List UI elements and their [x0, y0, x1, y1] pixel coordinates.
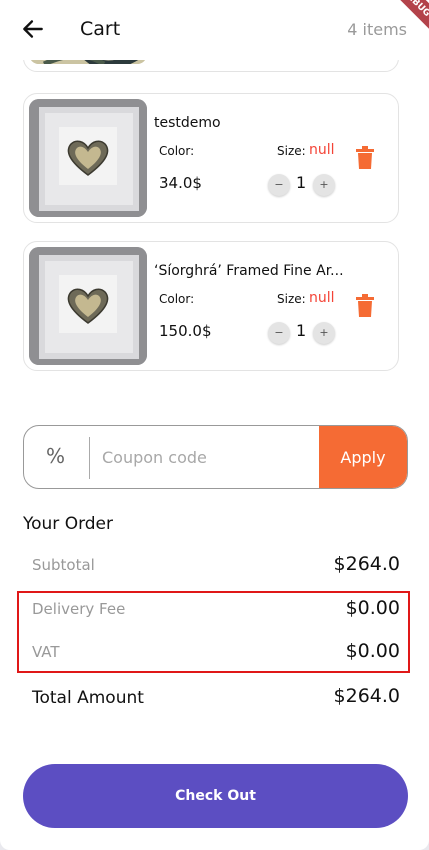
app-bar: Cart 4 items DEBUG	[0, 0, 429, 60]
total-row: Total Amount $264.0	[32, 685, 400, 711]
size-label: Size:	[277, 144, 306, 158]
subtotal-row: Subtotal $264.0	[32, 553, 400, 579]
product-price: 34.0$	[159, 174, 202, 192]
subtotal-value: $264.0	[333, 553, 400, 575]
framed-heart-image	[29, 99, 147, 217]
decrease-quantity-button[interactable]: −	[268, 174, 290, 196]
product-name: testdemo	[154, 115, 221, 131]
increase-quantity-button[interactable]: +	[313, 174, 335, 196]
product-thumbnail	[29, 247, 147, 365]
product-name: ‘Síorghrá’ Framed Fine Ar...	[154, 263, 344, 279]
framed-heart-image	[29, 247, 147, 365]
product-thumbnail	[29, 99, 147, 217]
divider	[89, 437, 90, 479]
size-value: null	[309, 290, 335, 306]
increase-quantity-button[interactable]: +	[313, 322, 335, 344]
back-arrow-icon[interactable]	[20, 16, 46, 42]
product-price: 150.0$	[159, 322, 212, 340]
size-label: Size:	[277, 292, 306, 306]
percent-icon: %	[46, 444, 66, 468]
cart-item-card: ‘Síorghrá’ Framed Fine Ar... Color: Size…	[23, 241, 399, 371]
coupon-box: % Apply	[23, 425, 408, 489]
quantity-value: 1	[296, 321, 307, 340]
checkout-button[interactable]: Check Out	[23, 764, 408, 828]
quantity-value: 1	[296, 173, 307, 192]
apply-coupon-button[interactable]: Apply	[319, 426, 407, 488]
order-heading: Your Order	[23, 514, 114, 534]
cart-screen: Cart 4 items DEBUG testdemo Color: Size:…	[0, 0, 429, 850]
color-label: Color:	[159, 144, 195, 158]
total-value: $264.0	[333, 685, 400, 707]
delete-icon[interactable]	[355, 294, 375, 318]
subtotal-label: Subtotal	[32, 556, 95, 574]
cart-item-card: testdemo Color: Size: null 34.0$ − 1 +	[23, 93, 399, 223]
highlight-box	[17, 591, 410, 673]
page-title: Cart	[80, 18, 121, 40]
color-label: Color:	[159, 292, 195, 306]
item-count: 4 items	[347, 20, 407, 39]
coupon-input[interactable]	[102, 436, 312, 478]
total-label: Total Amount	[32, 688, 144, 708]
decrease-quantity-button[interactable]: −	[268, 322, 290, 344]
delete-icon[interactable]	[355, 146, 375, 170]
size-value: null	[309, 142, 335, 158]
